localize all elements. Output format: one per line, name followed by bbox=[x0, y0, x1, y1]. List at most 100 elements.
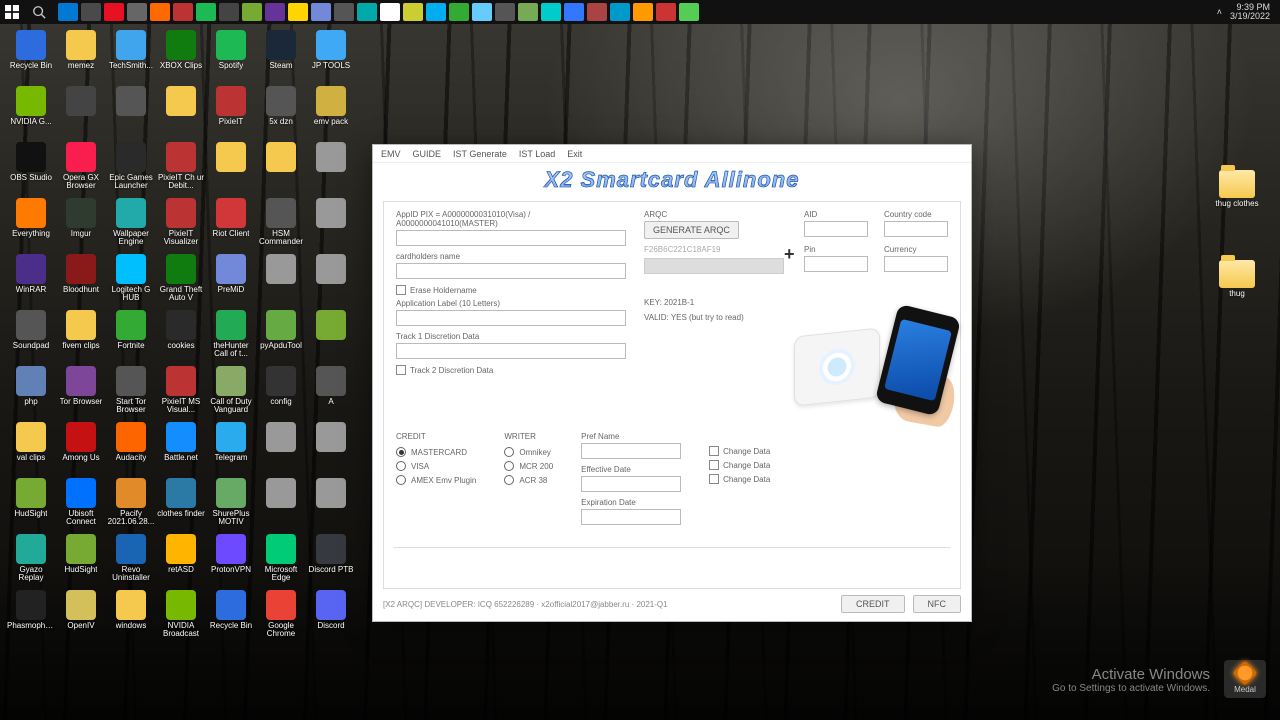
desktop-icon[interactable] bbox=[156, 84, 206, 140]
desktop-icon[interactable]: Grand Theft Auto V bbox=[156, 252, 206, 308]
taskbar-app-icon[interactable] bbox=[104, 3, 124, 21]
desktop-icon[interactable]: HSM Commander bbox=[256, 196, 306, 252]
arqc-output[interactable] bbox=[644, 258, 784, 274]
desktop-icon[interactable] bbox=[306, 308, 356, 364]
currency-input[interactable] bbox=[884, 256, 948, 272]
taskbar-app-icon[interactable] bbox=[196, 3, 216, 21]
desktop-icon[interactable]: PixieIT Visualizer bbox=[156, 196, 206, 252]
desktop-icon[interactable]: Audacity bbox=[106, 420, 156, 476]
desktop-icon[interactable] bbox=[256, 140, 306, 196]
system-tray[interactable]: ˄ 9:39 PM 3/19/2022 bbox=[1217, 3, 1280, 21]
desktop-folder[interactable]: thug clothes bbox=[1210, 170, 1264, 230]
taskbar-app-icon[interactable] bbox=[150, 3, 170, 21]
plus-icon[interactable]: + bbox=[784, 244, 795, 265]
credit-button[interactable]: CREDIT bbox=[841, 595, 905, 613]
desktop-icon[interactable]: ProtonVPN bbox=[206, 532, 256, 588]
desktop-icon[interactable] bbox=[256, 252, 306, 308]
desktop-icon[interactable] bbox=[56, 84, 106, 140]
desktop-icon[interactable]: clothes finder bbox=[156, 476, 206, 532]
nfc-button[interactable]: NFC bbox=[913, 595, 962, 613]
menu-item[interactable]: IST Generate bbox=[453, 149, 507, 159]
menu-item[interactable]: Exit bbox=[567, 149, 582, 159]
taskbar-app-icon[interactable] bbox=[242, 3, 262, 21]
desktop-icon[interactable]: Ubisoft Connect bbox=[56, 476, 106, 532]
desktop-icon[interactable]: Phasmopho... bbox=[6, 588, 56, 644]
taskbar-app-icon[interactable] bbox=[380, 3, 400, 21]
desktop-icon[interactable] bbox=[306, 420, 356, 476]
tray-expand-icon[interactable]: ˄ bbox=[1217, 7, 1222, 17]
track1-input[interactable] bbox=[396, 343, 626, 359]
desktop-icon[interactable]: OBS Studio bbox=[6, 140, 56, 196]
desktop-icon[interactable] bbox=[306, 140, 356, 196]
taskbar-app-icon[interactable] bbox=[81, 3, 101, 21]
taskbar-app-icon[interactable] bbox=[357, 3, 377, 21]
desktop-icon[interactable]: Opera GX Browser bbox=[56, 140, 106, 196]
desktop-icon[interactable]: Tor Browser bbox=[56, 364, 106, 420]
desktop-icon[interactable]: Imgur bbox=[56, 196, 106, 252]
desktop-icon[interactable] bbox=[256, 476, 306, 532]
desktop-icon[interactable]: Steam bbox=[256, 28, 306, 84]
taskbar-app-icon[interactable] bbox=[311, 3, 331, 21]
taskbar-app-icon[interactable] bbox=[403, 3, 423, 21]
desktop-icon[interactable]: pyApduTool bbox=[256, 308, 306, 364]
track2-checkbox[interactable]: Track 2 Discretion Data bbox=[396, 365, 626, 375]
desktop-icon[interactable]: php bbox=[6, 364, 56, 420]
desktop-icon[interactable]: Microsoft Edge bbox=[256, 532, 306, 588]
taskbar-app-icon[interactable] bbox=[334, 3, 354, 21]
taskbar-app-icon[interactable] bbox=[587, 3, 607, 21]
desktop-icon[interactable]: PixieIT bbox=[206, 84, 256, 140]
desktop-icon[interactable]: Gyazo Replay bbox=[6, 532, 56, 588]
desktop-icon[interactable]: Discord bbox=[306, 588, 356, 644]
taskbar-app-icon[interactable] bbox=[449, 3, 469, 21]
desktop-icon[interactable]: Call of Duty Vanguard bbox=[206, 364, 256, 420]
pin-input[interactable] bbox=[804, 256, 868, 272]
start-button[interactable] bbox=[0, 0, 24, 24]
expdate-input[interactable] bbox=[581, 509, 681, 525]
desktop-icon[interactable]: Epic Games Launcher bbox=[106, 140, 156, 196]
desktop-icon[interactable]: WinRAR bbox=[6, 252, 56, 308]
aid-input[interactable] bbox=[804, 221, 868, 237]
desktop-icon[interactable] bbox=[206, 140, 256, 196]
taskbar-app-icon[interactable] bbox=[656, 3, 676, 21]
taskbar-app-icon[interactable] bbox=[219, 3, 239, 21]
desktop-icon[interactable]: Fortnite bbox=[106, 308, 156, 364]
desktop-icon[interactable]: Pacify 2021.06.28... bbox=[106, 476, 156, 532]
search-icon[interactable] bbox=[30, 3, 48, 21]
taskbar-app-icon[interactable] bbox=[541, 3, 561, 21]
desktop-folder[interactable]: thug bbox=[1210, 260, 1264, 320]
desktop-icon[interactable]: config bbox=[256, 364, 306, 420]
desktop-icon[interactable] bbox=[106, 84, 156, 140]
desktop-icon[interactable]: Telegram bbox=[206, 420, 256, 476]
taskbar-app-icon[interactable] bbox=[173, 3, 193, 21]
desktop-icon[interactable]: Battle.net bbox=[156, 420, 206, 476]
desktop-icon[interactable]: Spotify bbox=[206, 28, 256, 84]
menu-item[interactable]: EMV bbox=[381, 149, 401, 159]
desktop-icon[interactable] bbox=[306, 196, 356, 252]
menu-item[interactable]: IST Load bbox=[519, 149, 555, 159]
desktop-icon[interactable]: Bloodhunt bbox=[56, 252, 106, 308]
desktop-icon[interactable] bbox=[306, 252, 356, 308]
desktop-icon[interactable]: OpenIV bbox=[56, 588, 106, 644]
change-data-checkbox[interactable]: Change Data bbox=[709, 446, 770, 456]
desktop-icon[interactable]: Revo Uninstaller bbox=[106, 532, 156, 588]
desktop-icon[interactable]: JP TOOLS bbox=[306, 28, 356, 84]
desktop-icon[interactable]: XBOX Clips bbox=[156, 28, 206, 84]
taskbar-app-icon[interactable] bbox=[495, 3, 515, 21]
desktop-icon[interactable]: NVIDIA Broadcast bbox=[156, 588, 206, 644]
appid-input[interactable] bbox=[396, 230, 626, 246]
desktop-icon[interactable]: Wallpaper Engine bbox=[106, 196, 156, 252]
effdate-input[interactable] bbox=[581, 476, 681, 492]
desktop-icon[interactable]: NVIDIA G... bbox=[6, 84, 56, 140]
desktop-icon[interactable]: windows bbox=[106, 588, 156, 644]
taskbar-app-icon[interactable] bbox=[518, 3, 538, 21]
desktop-icon[interactable]: Discord PTB bbox=[306, 532, 356, 588]
taskbar-app-icon[interactable] bbox=[472, 3, 492, 21]
taskbar-app-icon[interactable] bbox=[564, 3, 584, 21]
change-data-checkbox[interactable]: Change Data bbox=[709, 474, 770, 484]
credit-radio[interactable]: AMEX Emv Plugin bbox=[396, 475, 476, 485]
prefname-input[interactable] bbox=[581, 443, 681, 459]
desktop-icon[interactable]: Everything bbox=[6, 196, 56, 252]
desktop-icon[interactable]: emv pack bbox=[306, 84, 356, 140]
taskbar-app-icon[interactable] bbox=[288, 3, 308, 21]
taskbar-app-icon[interactable] bbox=[426, 3, 446, 21]
